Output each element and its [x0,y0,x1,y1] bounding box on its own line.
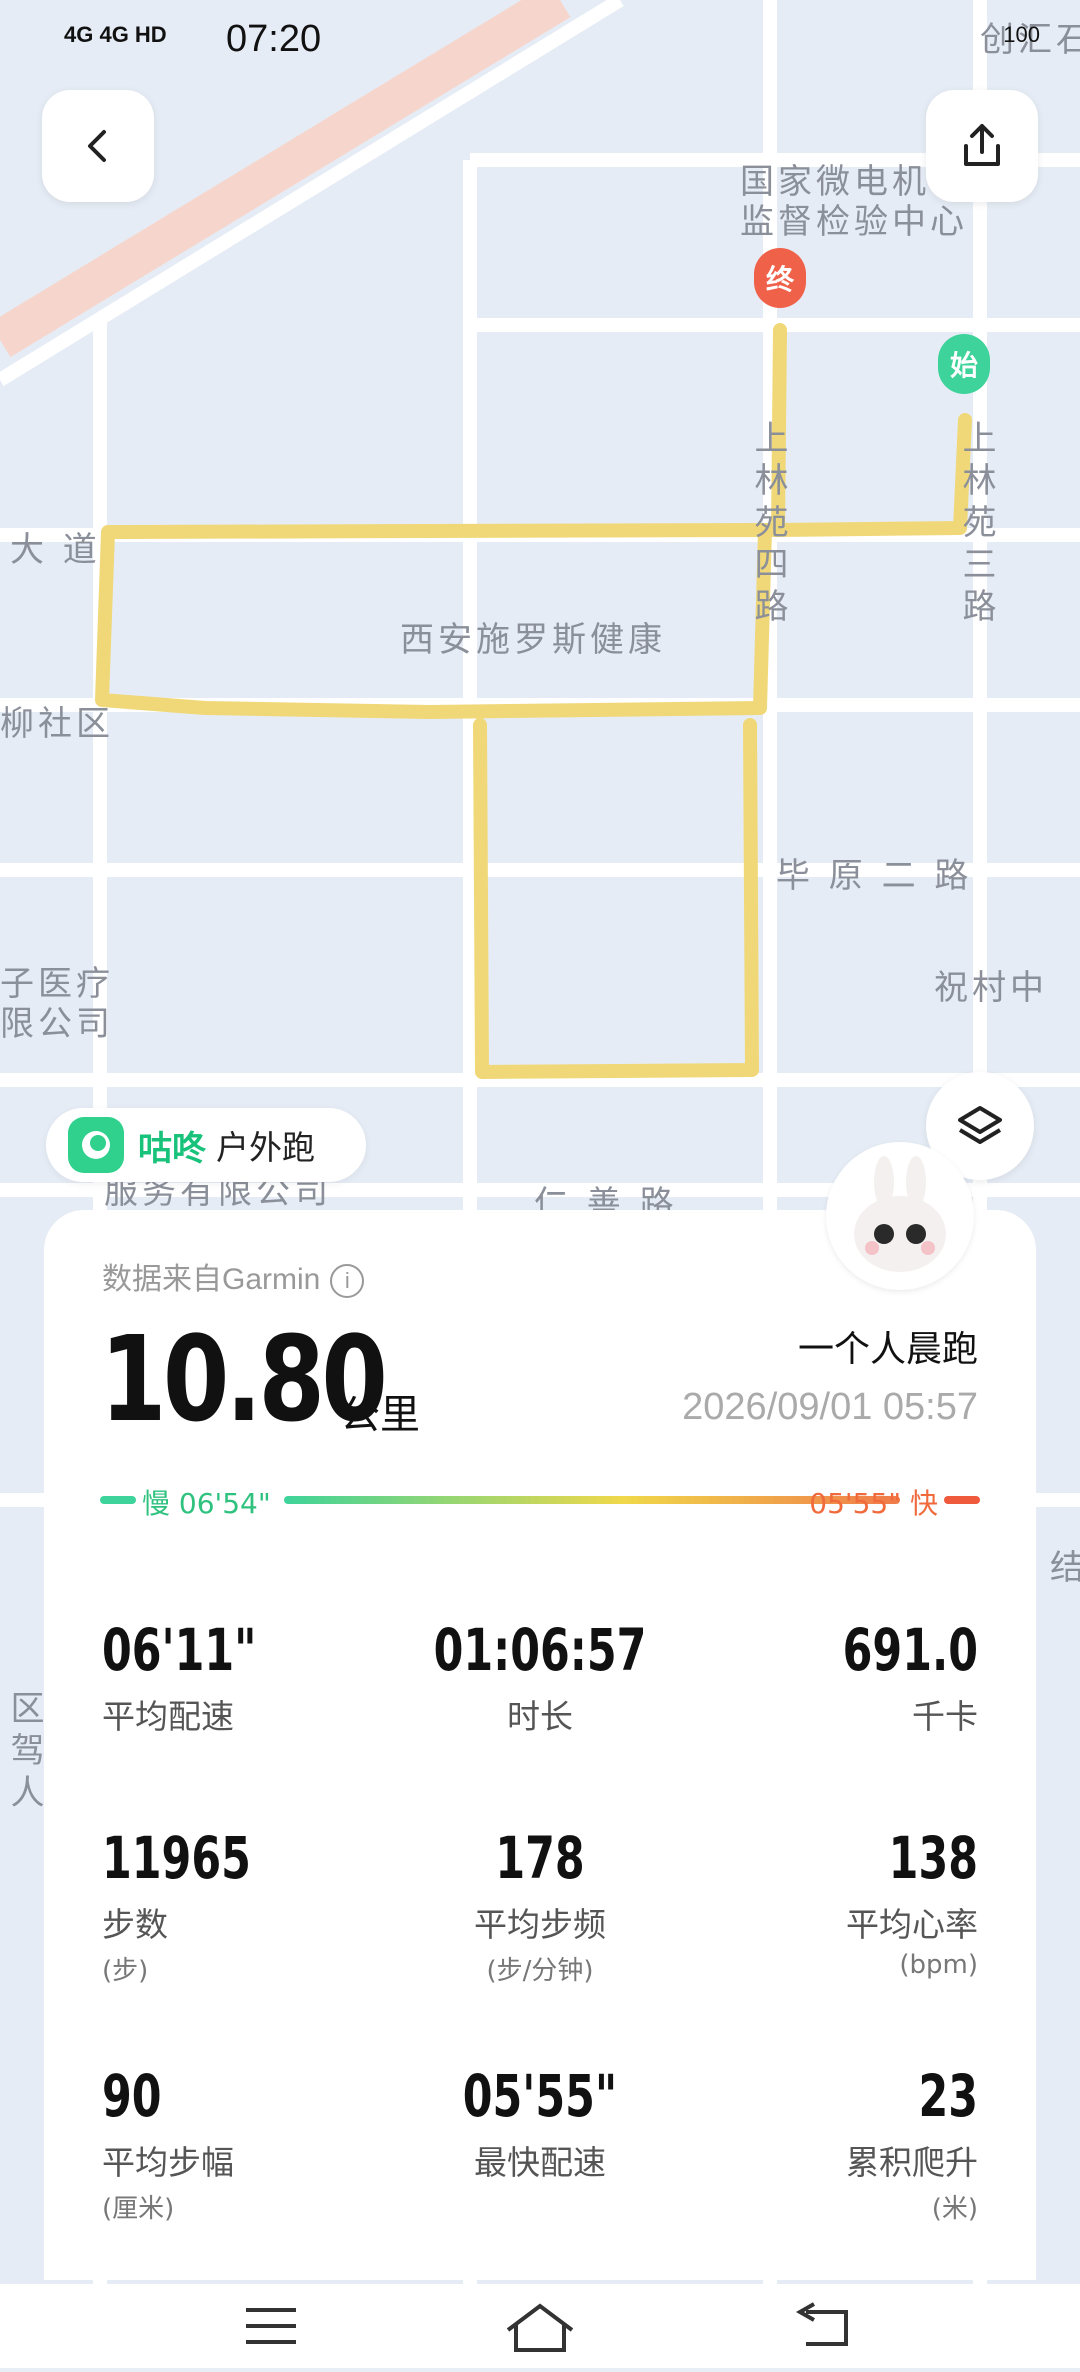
bunny-avatar-icon [854,1156,946,1272]
status-bar: 4G 4G HD 07:20 100 [0,0,1080,80]
signal-indicator: 4G 4G HD [64,22,167,47]
stat-duration: 01:06:57 时长 [433,1616,647,1736]
run-datetime: 2026/09/01 05:57 [682,1386,978,1428]
stat-calories: 691.0 千卡 [842,1616,978,1736]
share-icon [964,124,1000,166]
start-pin: 始 [938,334,990,394]
stat-fastest-pace: 05'55" 最快配速 [462,2062,618,2182]
map-label: 毕 原 二 路 [776,856,973,896]
chevron-left-icon [88,130,106,162]
stat-avg-pace: 06'11" 平均配速 [102,1616,257,1736]
stat-elevation-gain: 23 累积爬升 (米) [846,2062,978,2224]
app-name: 咕咚 [138,1128,206,1169]
map-label: 结 [1050,1548,1080,1588]
map-label: 祝村中 [934,968,1048,1008]
app-brand-badge: 咕咚 户外跑 [46,1108,366,1182]
pace-slow-label: 慢 06'54" [142,1487,271,1520]
stat-heart-rate: 138 平均心率 (bpm) [846,1824,978,1980]
data-source-label: 数据来自Garmin [102,1263,321,1296]
distance-unit: 公里 [340,1392,420,1438]
activity-type: 户外跑 [216,1128,315,1167]
summary-card: 数据来自Garmin i 10.80 公里 一个人晨跑 2026/09/01 05… [44,1210,1036,2280]
pace-gradient-bar: 慢 06'54" 05'55" 快 [100,1480,980,1520]
info-icon[interactable]: i [330,1264,365,1299]
back-button[interactable] [42,90,154,202]
stat-stride: 90 平均步幅 (厘米) [102,2062,234,2224]
status-time: 07:20 [226,18,322,60]
map-label: 柳社区 [0,704,114,744]
back-nav-icon [795,2302,848,2346]
system-nav-bar [0,2284,1080,2368]
map-label: 子医疗 限公司 [0,964,114,1044]
home-icon [506,2303,574,2352]
map-label: 大 道 [10,530,101,570]
menu-icon [246,2308,296,2344]
stat-cadence: 178 平均步频 (步/分钟) [474,1824,606,1986]
avatar[interactable] [826,1142,974,1290]
run-title[interactable]: 一个人晨跑 [798,1320,978,1372]
battery-indicator: 100 [1003,22,1040,47]
share-button[interactable] [926,90,1038,202]
stat-steps: 11965 步数 (步) [102,1824,251,1986]
map-label: 上林苑三路 [956,420,996,630]
end-pin: 终 [754,248,806,308]
data-source: 数据来自Garmin i [102,1254,365,1299]
app-logo-icon [68,1117,124,1173]
pace-fast-label: 05'55" 快 [809,1487,938,1520]
map-label: 区驾人 [4,1690,44,1816]
map-label: 上林苑四路 [748,420,788,630]
map-label: 西安施罗斯健康 [400,620,666,660]
